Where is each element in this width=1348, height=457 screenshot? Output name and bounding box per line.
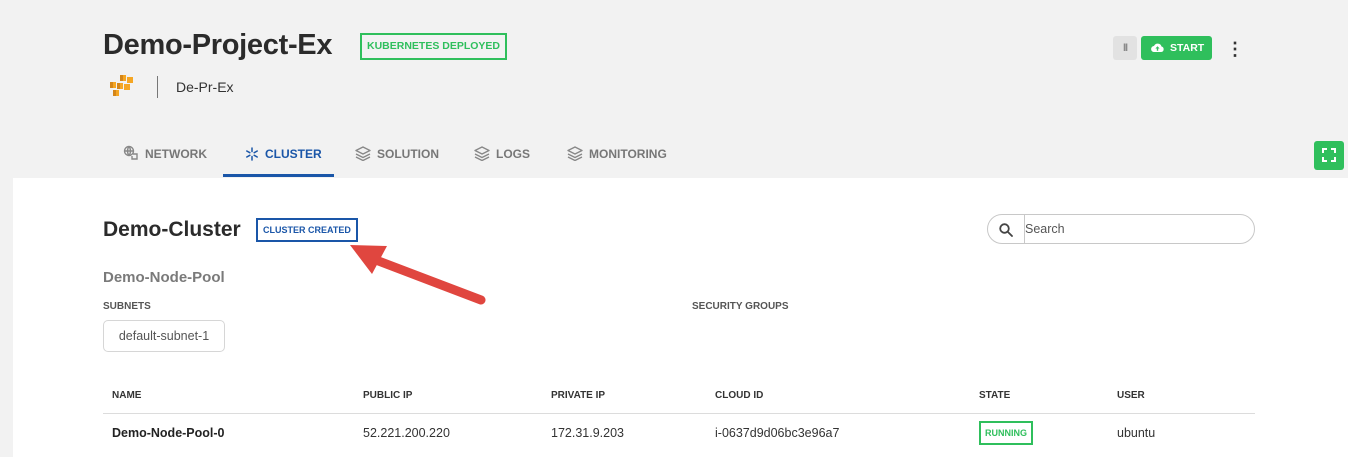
column-header-state: STATE xyxy=(979,390,1011,401)
column-header-name: NAME xyxy=(112,390,142,401)
layers-icon xyxy=(567,146,583,162)
tab-network[interactable]: NETWORK xyxy=(123,142,207,177)
cluster-icon xyxy=(246,147,258,161)
network-icon xyxy=(123,145,138,160)
tab-cluster-label: CLUSTER xyxy=(265,147,322,161)
layers-icon xyxy=(355,146,371,162)
column-header-user: USER xyxy=(1117,390,1145,401)
column-header-private-ip: PRIVATE IP xyxy=(551,390,606,401)
more-options-button[interactable]: ⋮ xyxy=(1226,38,1244,60)
tab-network-label: NETWORK xyxy=(145,147,207,161)
project-header: Demo-Project-Ex KUBERNETES DEPLOYED De-P… xyxy=(0,0,1348,178)
node-state-badge: RUNNING xyxy=(979,421,1033,445)
tab-solution[interactable]: SOLUTION xyxy=(355,142,439,177)
start-button[interactable]: START xyxy=(1141,36,1212,60)
tab-solution-label: SOLUTION xyxy=(377,147,439,161)
security-groups-label: SECURITY GROUPS xyxy=(692,301,789,312)
divider xyxy=(157,76,158,98)
column-header-public-ip: PUBLIC IP xyxy=(363,390,413,401)
tab-cluster[interactable]: CLUSTER xyxy=(245,142,322,177)
start-button-label: START xyxy=(1170,42,1205,54)
tab-logs-label: LOGS xyxy=(496,147,531,161)
search-input[interactable] xyxy=(1025,219,1245,239)
pause-button[interactable]: II xyxy=(1113,36,1137,60)
annotation-arrow xyxy=(350,245,486,305)
cell-cloud-id: i-0637d9d06bc3e96a7 xyxy=(715,426,840,440)
project-short-name: De-Pr-Ex xyxy=(176,79,234,95)
cell-user: ubuntu xyxy=(1117,426,1156,440)
cell-public-ip: 52.221.200.220 xyxy=(363,426,450,440)
cloud-upload-icon xyxy=(1151,43,1164,53)
tab-logs[interactable]: LOGS xyxy=(474,142,530,177)
fullscreen-button[interactable] xyxy=(1314,141,1344,170)
cell-node-name: Demo-Node-Pool-0 xyxy=(112,426,225,440)
aws-icon xyxy=(110,75,133,96)
active-tab-indicator xyxy=(223,174,334,177)
subnets-label: SUBNETS xyxy=(103,301,151,312)
layers-icon xyxy=(474,146,490,162)
search-icon xyxy=(999,223,1013,237)
fullscreen-icon xyxy=(1322,148,1336,162)
search-box xyxy=(987,214,1255,244)
subnet-chip: default-subnet-1 xyxy=(103,320,225,352)
node-pool-title: Demo-Node-Pool xyxy=(103,269,225,286)
tab-monitoring-label: MONITORING xyxy=(589,147,667,161)
cluster-title: Demo-Cluster xyxy=(103,218,241,241)
project-title: Demo-Project-Ex xyxy=(103,29,333,61)
deployment-status-badge: KUBERNETES DEPLOYED xyxy=(360,33,508,60)
cell-private-ip: 172.31.9.203 xyxy=(551,426,624,440)
table-header-divider xyxy=(103,413,1255,414)
column-header-cloud-id: CLOUD ID xyxy=(715,390,764,401)
tab-monitoring[interactable]: MONITORING xyxy=(567,142,667,177)
